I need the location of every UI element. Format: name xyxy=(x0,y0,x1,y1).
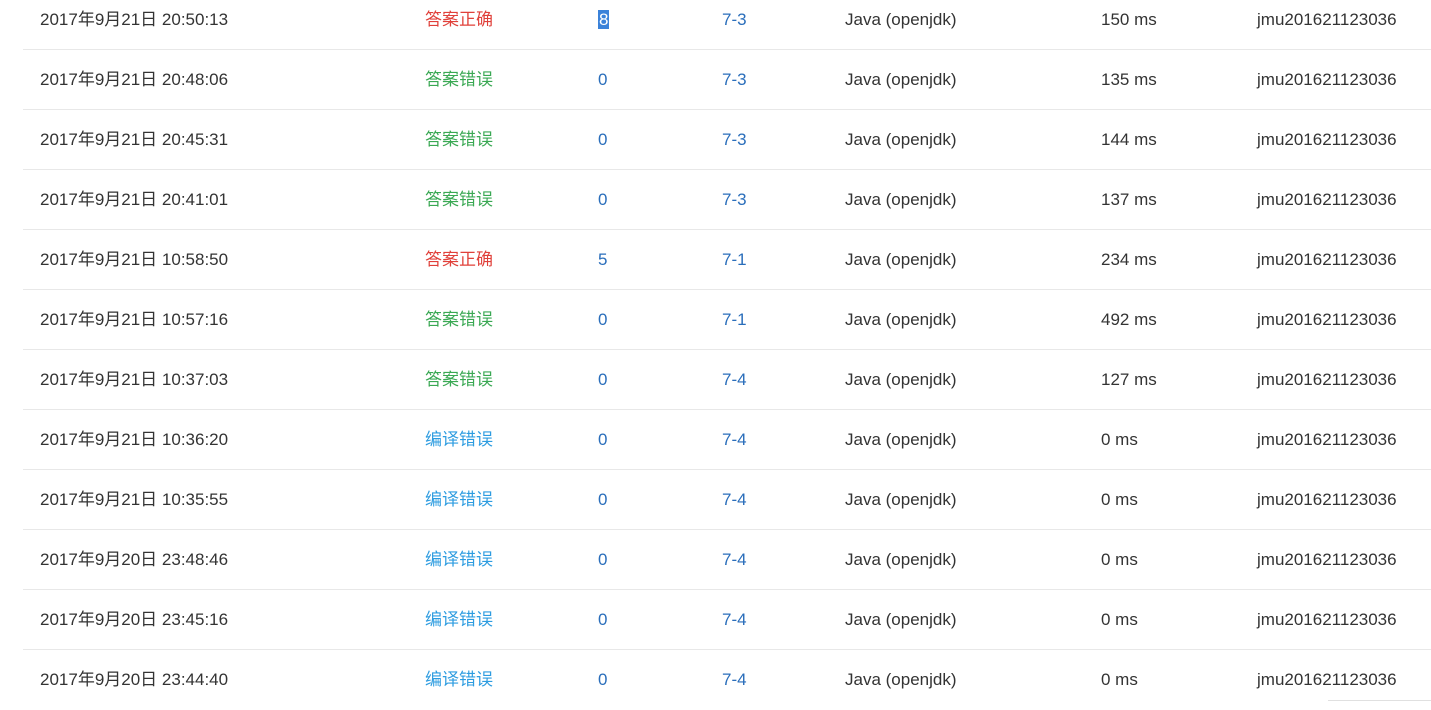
submission-time-used: 127 ms xyxy=(1101,370,1157,389)
submission-status-link[interactable]: 答案错误 xyxy=(425,110,493,170)
table-row: 2017年9月21日 10:35:55 编译错误 0 7-4 Java (openjdk… xyxy=(23,470,1431,530)
problem-link[interactable]: 7-1 xyxy=(722,290,747,350)
submission-user: jmu201621123036 xyxy=(1257,610,1397,629)
submission-user: jmu201621123036 xyxy=(1257,190,1397,209)
submission-language: Java (openjdk) xyxy=(845,10,957,29)
divider xyxy=(1328,700,1431,701)
table-row: 2017年9月20日 23:45:16 编译错误 0 7-4 Java (openjdk… xyxy=(23,590,1431,650)
table-row: 2017年9月21日 20:45:31 答案错误 0 7-3 Java (openjdk… xyxy=(23,110,1431,170)
submission-score-link[interactable]: 0 xyxy=(598,410,607,470)
table-row: 2017年9月21日 20:48:06 答案错误 0 7-3 Java (openjdk… xyxy=(23,50,1431,110)
submission-language: Java (openjdk) xyxy=(845,610,957,629)
submission-status-link[interactable]: 编译错误 xyxy=(425,590,493,650)
submission-time: 2017年9月20日 23:45:16 xyxy=(40,610,229,629)
submission-language: Java (openjdk) xyxy=(845,370,957,389)
submission-time: 2017年9月21日 20:48:06 xyxy=(40,70,229,89)
submission-time: 2017年9月21日 20:50:13 xyxy=(40,10,229,29)
problem-link[interactable]: 7-4 xyxy=(722,410,747,470)
submission-time-used: 492 ms xyxy=(1101,310,1157,329)
submission-user: jmu201621123036 xyxy=(1257,70,1397,89)
problem-link[interactable]: 7-4 xyxy=(722,350,747,410)
selected-text: 8 xyxy=(598,10,610,29)
submission-user: jmu201621123036 xyxy=(1257,370,1397,389)
submission-score-link[interactable]: 0 xyxy=(598,470,607,530)
submission-status-link[interactable]: 编译错误 xyxy=(425,470,493,530)
submission-time: 2017年9月21日 20:41:01 xyxy=(40,190,229,209)
submission-language: Java (openjdk) xyxy=(845,70,957,89)
table-row: 2017年9月21日 10:57:16 答案错误 0 7-1 Java (openjdk… xyxy=(23,290,1431,350)
submission-language: Java (openjdk) xyxy=(845,130,957,149)
submission-user: jmu201621123036 xyxy=(1257,250,1397,269)
submission-status-link[interactable]: 答案错误 xyxy=(425,350,493,410)
problem-link[interactable]: 7-3 xyxy=(722,170,747,230)
problem-link[interactable]: 7-4 xyxy=(722,530,747,590)
table-row: 2017年9月21日 20:41:01 答案错误 0 7-3 Java (openjdk… xyxy=(23,170,1431,230)
submission-status-link[interactable]: 答案错误 xyxy=(425,170,493,230)
submissions-table: 2017年9月21日 20:50:13 答案正确 8 7-3 Java (openjdk… xyxy=(23,0,1431,710)
submission-score-link[interactable]: 8 xyxy=(598,0,610,50)
submission-status-link[interactable]: 编译错误 xyxy=(425,650,493,710)
submission-time-used: 0 ms xyxy=(1101,490,1138,509)
table-row: 2017年9月21日 10:36:20 编译错误 0 7-4 Java (openjdk… xyxy=(23,410,1431,470)
submission-user: jmu201621123036 xyxy=(1257,130,1397,149)
submission-language: Java (openjdk) xyxy=(845,550,957,569)
submission-status-link[interactable]: 答案错误 xyxy=(425,290,493,350)
submission-time: 2017年9月21日 10:58:50 xyxy=(40,250,229,269)
submission-time: 2017年9月21日 20:45:31 xyxy=(40,130,229,149)
submission-time-used: 0 ms xyxy=(1101,430,1138,449)
problem-link[interactable]: 7-4 xyxy=(722,470,747,530)
submission-time-used: 137 ms xyxy=(1101,190,1157,209)
submission-user: jmu201621123036 xyxy=(1257,10,1397,29)
submission-score-link[interactable]: 0 xyxy=(598,290,607,350)
submission-time: 2017年9月21日 10:37:03 xyxy=(40,370,229,389)
submission-time: 2017年9月21日 10:57:16 xyxy=(40,310,229,329)
submission-user: jmu201621123036 xyxy=(1257,430,1397,449)
submission-language: Java (openjdk) xyxy=(845,670,957,689)
table-row: 2017年9月21日 20:50:13 答案正确 8 7-3 Java (openjdk… xyxy=(23,0,1431,50)
submission-language: Java (openjdk) xyxy=(845,430,957,449)
submission-time-used: 0 ms xyxy=(1101,670,1138,689)
submission-time-used: 0 ms xyxy=(1101,550,1138,569)
submission-language: Java (openjdk) xyxy=(845,310,957,329)
submission-time-used: 150 ms xyxy=(1101,10,1157,29)
submission-time: 2017年9月21日 10:36:20 xyxy=(40,430,229,449)
submission-status-link[interactable]: 答案错误 xyxy=(425,50,493,110)
submission-time: 2017年9月21日 10:35:55 xyxy=(40,490,229,509)
submission-time: 2017年9月20日 23:44:40 xyxy=(40,670,229,689)
problem-link[interactable]: 7-3 xyxy=(722,110,747,170)
submission-score-link[interactable]: 0 xyxy=(598,590,607,650)
submission-language: Java (openjdk) xyxy=(845,490,957,509)
submission-time: 2017年9月20日 23:48:46 xyxy=(40,550,229,569)
table-row: 2017年9月21日 10:37:03 答案错误 0 7-4 Java (openjdk… xyxy=(23,350,1431,410)
submission-user: jmu201621123036 xyxy=(1257,310,1397,329)
problem-link[interactable]: 7-3 xyxy=(722,50,747,110)
problem-link[interactable]: 7-1 xyxy=(722,230,747,290)
problem-link[interactable]: 7-4 xyxy=(722,590,747,650)
submission-status-link[interactable]: 答案正确 xyxy=(425,230,493,290)
submission-status-link[interactable]: 答案正确 xyxy=(425,0,493,50)
table-row: 2017年9月20日 23:48:46 编译错误 0 7-4 Java (openjdk… xyxy=(23,530,1431,590)
submission-status-link[interactable]: 编译错误 xyxy=(425,410,493,470)
submission-language: Java (openjdk) xyxy=(845,250,957,269)
submission-score-link[interactable]: 0 xyxy=(598,650,607,710)
problem-link[interactable]: 7-3 xyxy=(722,0,747,50)
submission-user: jmu201621123036 xyxy=(1257,670,1397,689)
table-row: 2017年9月20日 23:44:40 编译错误 0 7-4 Java (openjdk… xyxy=(23,650,1431,710)
submission-time-used: 234 ms xyxy=(1101,250,1157,269)
problem-link[interactable]: 7-4 xyxy=(722,650,747,710)
submission-score-link[interactable]: 0 xyxy=(598,350,607,410)
submission-score-link[interactable]: 0 xyxy=(598,530,607,590)
submission-score-link[interactable]: 0 xyxy=(598,170,607,230)
submission-language: Java (openjdk) xyxy=(845,190,957,209)
submission-user: jmu201621123036 xyxy=(1257,490,1397,509)
submission-time-used: 144 ms xyxy=(1101,130,1157,149)
submission-score-link[interactable]: 5 xyxy=(598,230,607,290)
submission-score-link[interactable]: 0 xyxy=(598,110,607,170)
submission-time-used: 135 ms xyxy=(1101,70,1157,89)
submission-time-used: 0 ms xyxy=(1101,610,1138,629)
submission-status-link[interactable]: 编译错误 xyxy=(425,530,493,590)
submission-user: jmu201621123036 xyxy=(1257,550,1397,569)
submission-score-link[interactable]: 0 xyxy=(598,50,607,110)
table-row: 2017年9月21日 10:58:50 答案正确 5 7-1 Java (openjdk… xyxy=(23,230,1431,290)
